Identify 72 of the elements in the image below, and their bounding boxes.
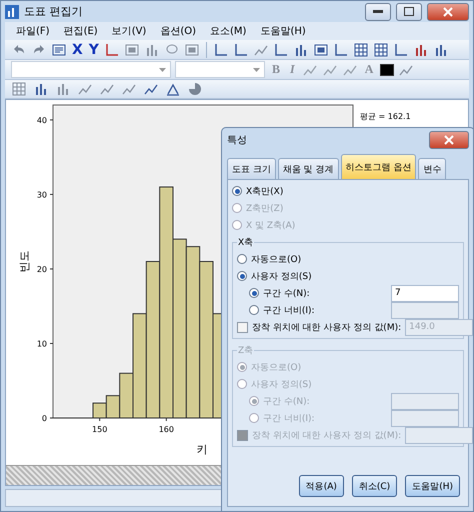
input-field[interactable]: 7 [391, 284, 459, 302]
checkbox-label: 장착 위치에 대한 사용자 정의 값(M): [252, 430, 402, 442]
input-field[interactable] [391, 302, 459, 318]
grid-icon[interactable] [352, 42, 369, 58]
radio-label: 사용자 정의(S) [251, 378, 313, 390]
dialog-title: 특성 [227, 134, 247, 147]
axis-title: 빈도 [18, 250, 31, 273]
menu-item[interactable]: 요소(M) [203, 24, 254, 38]
tab[interactable]: 히스토그램 옵션 [340, 154, 416, 179]
axis-icon[interactable] [104, 42, 120, 58]
radio-label: X 및 Z축(A) [246, 220, 296, 232]
frame-dim-icon[interactable] [184, 42, 200, 58]
x-tick-label: 160 [158, 425, 174, 434]
radio-label: 사용자 정의(S) [251, 270, 313, 282]
axis-button[interactable]: X [71, 42, 84, 58]
close-icon[interactable] [444, 135, 454, 145]
close-icon[interactable] [443, 6, 453, 17]
radio-label: Z축만(Z) [246, 202, 284, 214]
peak-icon[interactable] [165, 81, 181, 98]
axis-title: 키 [196, 443, 208, 456]
radio-button[interactable] [232, 186, 242, 196]
x-tick-label: 150 [92, 425, 108, 434]
minimize-button[interactable] [365, 2, 391, 21]
menu-item[interactable]: 보기(V) [104, 24, 154, 38]
tab[interactable]: 채움 및 경계 [278, 158, 339, 179]
checkbox[interactable] [237, 322, 248, 332]
close-button[interactable] [429, 131, 469, 149]
frame-small-icon[interactable] [124, 42, 140, 58]
list-icon[interactable] [51, 42, 67, 58]
y-tick-label: 10 [36, 340, 47, 349]
radio-label: 구간 수(N): [263, 396, 311, 408]
radio-label: 구간 너비(I): [263, 412, 316, 424]
window-title: 도표 편집기 [24, 4, 84, 20]
dropdown-arrow-icon[interactable] [159, 68, 166, 72]
menu-item[interactable]: 파일(F) [9, 24, 57, 38]
radio-label: 자동으로(O) [251, 362, 302, 374]
fill-color-swatch[interactable] [380, 64, 394, 76]
bars-icon[interactable] [33, 81, 49, 98]
menu-item[interactable]: 도움말(H) [253, 24, 313, 38]
group-title: Z축 [237, 345, 254, 357]
radio-label: X축만(X) [246, 186, 284, 198]
y-tick-label: 20 [36, 265, 47, 274]
radio-button[interactable] [249, 305, 259, 315]
maximize-button[interactable] [396, 2, 422, 21]
tab[interactable]: 변수 [418, 158, 446, 179]
checkbox-label: 장착 위치에 대한 사용자 정의 값(M): [252, 322, 402, 334]
minimize-icon[interactable] [373, 10, 383, 14]
y-tick-label: 0 [42, 414, 47, 424]
menu-item[interactable]: 편집(E) [56, 24, 105, 38]
radio-label: 자동으로(O) [251, 254, 302, 266]
maximize-icon[interactable] [404, 7, 414, 16]
bars-dim-icon[interactable] [55, 81, 71, 98]
radio-button[interactable] [237, 271, 247, 281]
pie-icon[interactable] [187, 81, 203, 98]
dialog-button[interactable]: 적용(A) [298, 475, 344, 497]
radio-button[interactable] [237, 254, 247, 264]
radio-button[interactable] [249, 288, 259, 298]
group-title: X축 [237, 237, 254, 249]
chart-statistic: 평균 = 162.1 [360, 112, 411, 122]
tab[interactable]: 도표 크기 [227, 158, 276, 179]
menu-item[interactable]: 옵션(O) [153, 24, 204, 38]
frame-icon[interactable] [312, 42, 329, 58]
dialog-button[interactable]: 도움말(H) [405, 475, 460, 497]
y-tick-label: 40 [36, 116, 47, 126]
axis-button[interactable]: Y [88, 42, 100, 58]
close-button[interactable] [427, 2, 469, 21]
radio-label: 구간 수(N): [263, 288, 311, 300]
y-tick-label: 30 [36, 190, 47, 200]
dialog-button[interactable]: 취소(C) [352, 475, 398, 497]
radio-label: 구간 너비(I): [263, 304, 316, 316]
dropdown-arrow-icon[interactable] [253, 68, 260, 72]
app-icon [5, 4, 19, 19]
